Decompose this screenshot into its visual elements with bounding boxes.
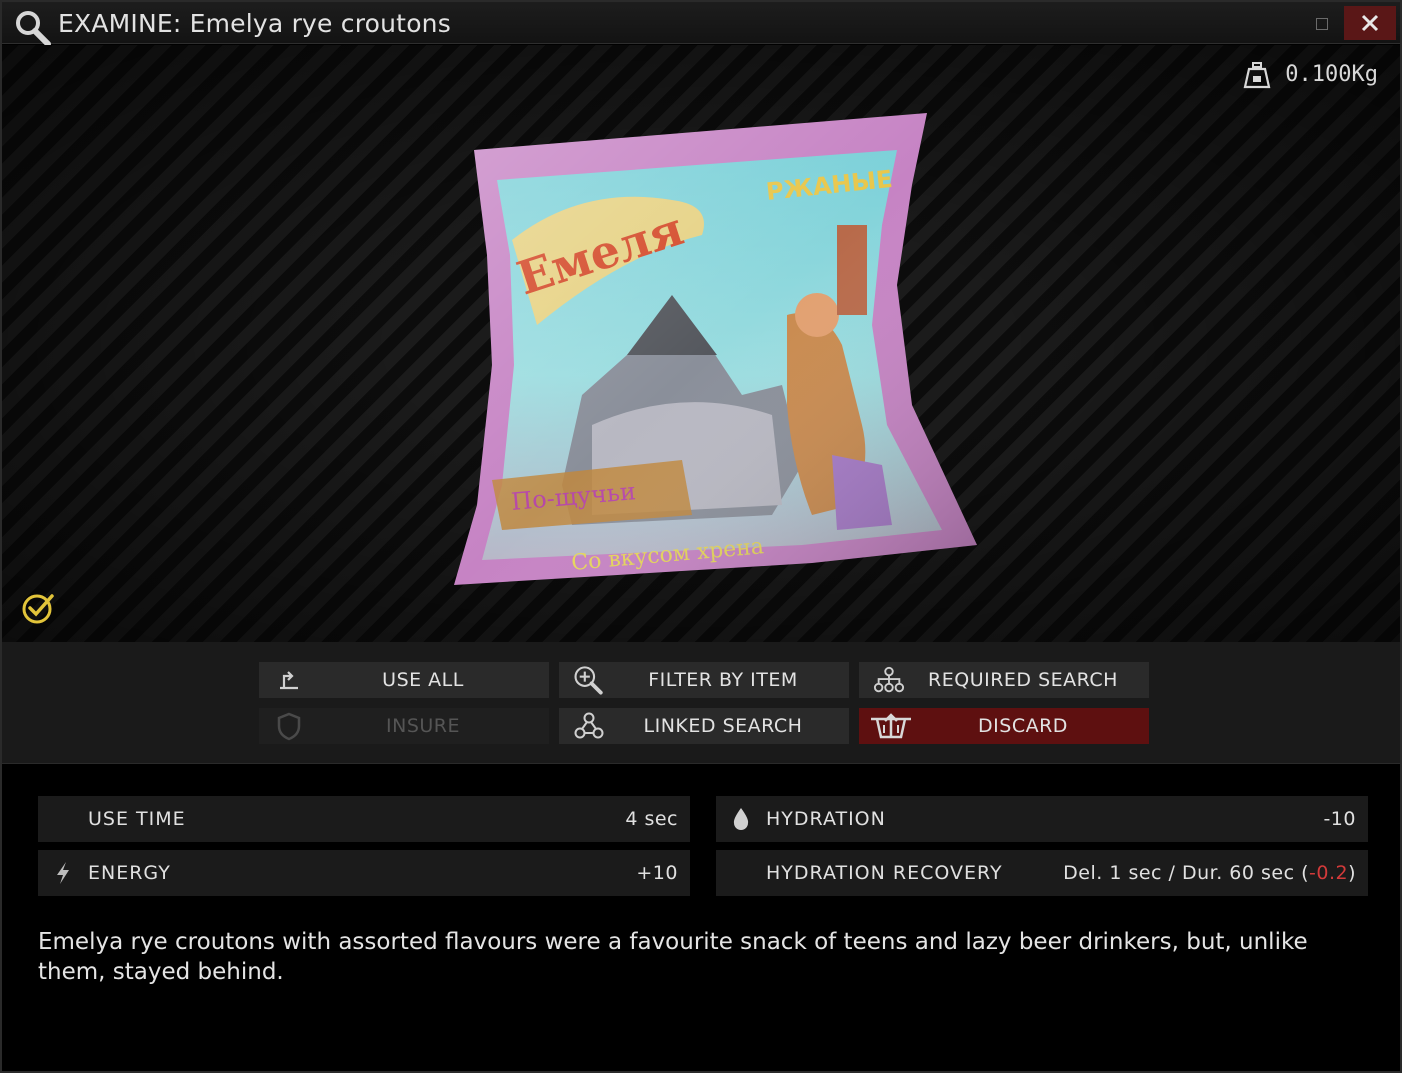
stat-hydration-recovery: HYDRATION RECOVERY Del. 1 sec / Dur. 60 … <box>716 850 1368 896</box>
examined-check-icon <box>22 594 54 624</box>
use-icon <box>273 665 305 695</box>
lightning-icon <box>48 858 78 888</box>
discard-button[interactable]: DISCARD <box>859 708 1149 744</box>
weight-indicator: 0.100Kg <box>1243 59 1378 89</box>
required-search-icon <box>873 665 905 695</box>
stat-value: +10 <box>636 862 678 884</box>
stat-label: HYDRATION RECOVERY <box>766 862 1003 884</box>
stat-label: USE TIME <box>88 808 186 830</box>
stat-value-negative: -0.2 <box>1309 862 1349 884</box>
stat-energy: ENERGY +10 <box>38 850 690 896</box>
close-icon <box>1361 14 1379 32</box>
minimize-button[interactable] <box>1316 18 1328 30</box>
stat-label: ENERGY <box>88 862 171 884</box>
stat-use-time: USE TIME 4 sec <box>38 796 690 842</box>
magnifier-icon <box>16 11 51 47</box>
stat-value: -10 <box>1323 808 1356 830</box>
stat-label: HYDRATION <box>766 808 886 830</box>
filter-by-item-button[interactable]: FILTER BY ITEM <box>559 662 849 698</box>
close-button[interactable] <box>1344 6 1396 40</box>
action-bar: USE ALL FILTER BY ITEM REQUIRED SEARCH I… <box>2 642 1400 764</box>
stat-value: 4 sec <box>625 808 678 830</box>
water-drop-icon <box>726 804 756 834</box>
weight-icon <box>1243 62 1271 89</box>
linked-search-icon <box>573 711 605 741</box>
examine-window: EXAMINE: Emelya rye croutons 0.100Kg USE… <box>0 0 1402 1073</box>
stat-value-prefix: Del. 1 sec / Dur. 60 sec ( <box>1063 862 1309 884</box>
use-all-button[interactable]: USE ALL <box>259 662 549 698</box>
title-bar[interactable]: EXAMINE: Emelya rye croutons <box>2 2 1400 47</box>
weight-value: 0.100Kg <box>1285 61 1378 87</box>
item-description: Emelya rye croutons with assorted flavou… <box>38 929 1308 985</box>
discard-icon <box>867 711 915 741</box>
insure-button[interactable]: INSURE <box>259 708 549 744</box>
linked-search-button[interactable]: LINKED SEARCH <box>559 708 849 744</box>
stat-hydration: HYDRATION -10 <box>716 796 1368 842</box>
zoom-in-icon <box>573 665 605 695</box>
window-title: EXAMINE: Emelya rye croutons <box>58 9 451 38</box>
stat-value-suffix: ) <box>1348 862 1356 884</box>
item-preview[interactable]: 0.100Kg Емеля РЖАНЫ <box>2 45 1400 642</box>
item-image[interactable]: Емеля РЖАНЫЕ По-щучьи Со вкусом хрена <box>442 105 1002 595</box>
shield-icon <box>273 711 305 741</box>
required-search-button[interactable]: REQUIRED SEARCH <box>859 662 1149 698</box>
stat-value: Del. 1 sec / Dur. 60 sec (-0.2) <box>1063 862 1356 884</box>
